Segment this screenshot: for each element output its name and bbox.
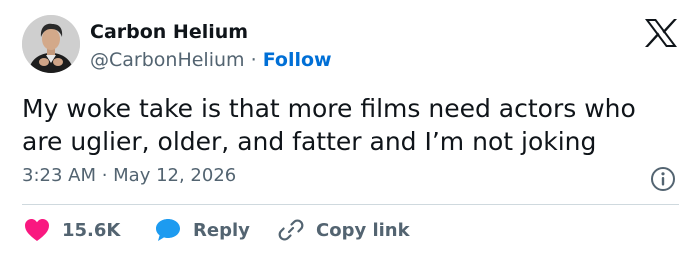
copy-link-button[interactable]: Copy link xyxy=(278,216,410,244)
tweet-card: Carbon Helium @CarbonHelium · Follow My … xyxy=(0,0,700,256)
heart-icon xyxy=(25,219,49,241)
tweet-text: My woke take is that more films need act… xyxy=(22,94,636,156)
author-handle[interactable]: @CarbonHelium xyxy=(90,49,245,71)
copy-link-label: Copy link xyxy=(316,219,410,241)
avatar-photo xyxy=(22,15,80,73)
author-display-name[interactable]: Carbon Helium xyxy=(90,21,248,43)
handle-separator: · xyxy=(250,49,257,71)
avatar[interactable] xyxy=(22,15,80,73)
author-handle-row: @CarbonHelium · Follow xyxy=(90,49,332,71)
like-count: 15.6K xyxy=(62,219,121,241)
link-icon xyxy=(278,219,304,241)
info-icon[interactable] xyxy=(650,166,676,192)
reply-label: Reply xyxy=(193,219,250,241)
speech-bubble-icon xyxy=(156,219,180,241)
tweet-timestamp[interactable]: 3:23 AM · May 12, 2026 xyxy=(22,165,236,186)
x-logo-icon[interactable] xyxy=(644,18,678,48)
like-button[interactable]: 15.6K xyxy=(24,216,120,244)
reply-button[interactable]: Reply xyxy=(155,216,250,244)
follow-button[interactable]: Follow xyxy=(263,49,332,71)
divider xyxy=(22,204,679,205)
